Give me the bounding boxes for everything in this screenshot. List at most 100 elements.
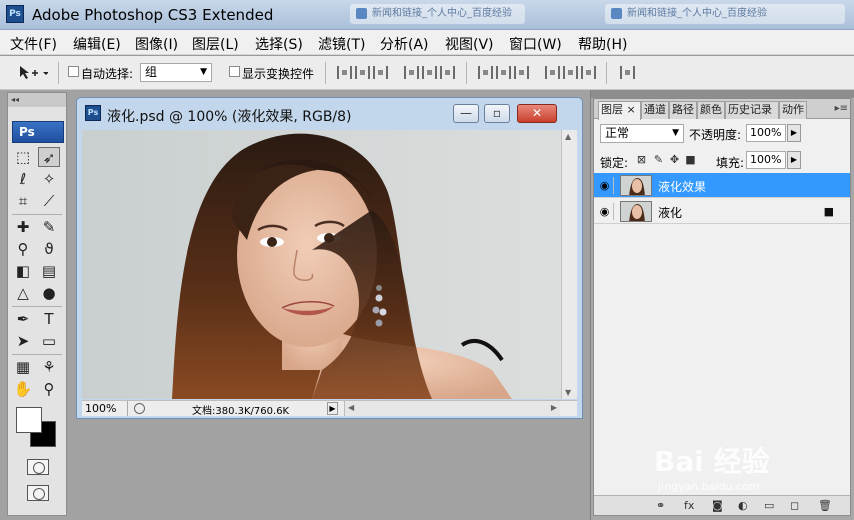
brush-tool-icon[interactable]: ✎ [38, 217, 60, 237]
eraser-tool-icon[interactable]: ◧ [12, 261, 34, 281]
zoom-field[interactable]: 100% [82, 401, 128, 416]
menu-file[interactable]: 文件(F) [10, 34, 57, 54]
blend-mode-dropdown[interactable]: 正常 ▼ [600, 124, 684, 143]
distribute-top-icon[interactable] [478, 66, 493, 79]
tab-layers[interactable]: 图层 × [598, 101, 641, 120]
menu-analysis[interactable]: 分析(A) [380, 34, 429, 54]
align-left-icon[interactable] [404, 66, 419, 79]
eye-icon[interactable]: ◉ [596, 177, 614, 194]
type-tool-icon[interactable]: T [38, 309, 60, 329]
menu-edit[interactable]: 编辑(E) [73, 34, 121, 54]
menu-window[interactable]: 窗口(W) [509, 34, 562, 54]
distribute-vertical-center-icon[interactable] [496, 66, 511, 79]
show-transform-checkbox[interactable] [229, 66, 240, 77]
tab-channels[interactable]: 通道 [641, 101, 669, 119]
image-canvas[interactable] [82, 130, 561, 399]
healing-brush-tool-icon[interactable]: ✚ [12, 217, 34, 237]
horizontal-scrollbar[interactable]: ◀ ▶ [344, 401, 560, 416]
show-transform-label: 显示变换控件 [242, 67, 315, 81]
distribute-bottom-icon[interactable] [514, 66, 529, 79]
opacity-slider-arrow-icon[interactable]: ▶ [787, 124, 801, 142]
separator [606, 62, 607, 84]
align-top-icon[interactable] [337, 66, 352, 79]
menu-image[interactable]: 图像(I) [135, 34, 178, 54]
magic-wand-tool-icon[interactable]: ✧ [38, 169, 60, 189]
align-bottom-icon[interactable] [373, 66, 388, 79]
panel-menu-icon[interactable]: ▸≡ [835, 103, 848, 114]
menu-select[interactable]: 选择(S) [255, 34, 303, 54]
portrait-image [82, 130, 561, 399]
maximize-button[interactable]: ▫ [484, 104, 510, 123]
layer-row[interactable]: ◉ 液化 ■ [594, 199, 850, 224]
hand-tool-icon[interactable]: ✋ [12, 379, 34, 399]
distribute-left-icon[interactable] [545, 66, 560, 79]
lock-transparency-icon[interactable]: ⊠ [636, 154, 647, 165]
lasso-tool-icon[interactable]: ℓ [12, 169, 34, 189]
status-options-icon[interactable] [134, 403, 145, 414]
crop-tool-icon[interactable]: ⌗ [12, 191, 34, 211]
lock-all-icon[interactable]: ■ [685, 154, 696, 165]
fill-input[interactable]: 100% [746, 151, 786, 169]
rectangle-tool-icon[interactable]: ▭ [38, 331, 60, 351]
distribute-right-icon[interactable] [581, 66, 596, 79]
history-brush-tool-icon[interactable]: ϑ [38, 239, 60, 259]
slice-tool-icon[interactable]: ⟋ [38, 191, 60, 211]
auto-select-dropdown[interactable]: 组 ▼ [140, 63, 212, 82]
minimize-button[interactable]: — [453, 104, 479, 123]
tab-actions[interactable]: 动作 [779, 101, 807, 119]
screen-mode-button[interactable] [27, 485, 49, 501]
background-browser-tab[interactable]: 新闻和链接_个人中心_百度经验 [350, 4, 525, 24]
toolbox-grip[interactable]: ◂◂ [8, 93, 66, 107]
move-tool-icon[interactable] [18, 65, 49, 81]
foreground-color-swatch[interactable] [16, 407, 42, 433]
fill-slider-arrow-icon[interactable]: ▶ [787, 151, 801, 169]
scroll-down-arrow-icon[interactable]: ▼ [565, 388, 571, 397]
path-selection-tool-icon[interactable]: ➤ [12, 331, 34, 351]
vertical-scrollbar[interactable]: ▲ ▼ [561, 130, 577, 399]
panel-grip[interactable] [591, 90, 854, 98]
chevron-down-icon: ▼ [672, 128, 679, 138]
opacity-input[interactable]: 100% [746, 124, 786, 142]
auto-select-checkbox[interactable] [68, 66, 79, 77]
dodge-tool-icon[interactable]: ● [38, 283, 60, 303]
pen-tool-icon[interactable]: ✒ [12, 309, 34, 329]
marquee-tool-icon[interactable]: ⬚ [12, 147, 34, 167]
scroll-up-arrow-icon[interactable]: ▲ [565, 132, 571, 141]
scroll-left-arrow-icon[interactable]: ◀ [348, 403, 354, 412]
lock-position-icon[interactable]: ✥ [669, 154, 680, 165]
layer-name[interactable]: 液化 [658, 204, 682, 221]
tab-close-icon[interactable]: × [627, 103, 636, 116]
tab-color[interactable]: 颜色 [697, 101, 725, 119]
layer-name[interactable]: 液化效果 [658, 178, 706, 195]
menu-help[interactable]: 帮助(H) [578, 34, 627, 54]
tab-history[interactable]: 历史记录 [725, 101, 779, 119]
align-right-icon[interactable] [440, 66, 455, 79]
align-horizontal-center-icon[interactable] [422, 66, 437, 79]
scroll-right-arrow-icon[interactable]: ▶ [551, 403, 557, 412]
zoom-tool-icon[interactable]: ⚲ [38, 379, 60, 399]
lock-image-icon[interactable]: ✎ [653, 154, 664, 165]
quick-mask-button[interactable] [27, 459, 49, 475]
gradient-tool-icon[interactable]: ▤ [38, 261, 60, 281]
close-button[interactable]: ✕ [517, 104, 557, 123]
tab-paths[interactable]: 路径 [669, 101, 697, 119]
distribute-horizontal-center-icon[interactable] [563, 66, 578, 79]
menu-layer[interactable]: 图层(L) [192, 34, 239, 54]
notes-tool-icon[interactable]: ▦ [12, 357, 34, 377]
menu-view[interactable]: 视图(V) [445, 34, 494, 54]
layer-row[interactable]: ◉ 液化效果 [594, 173, 850, 198]
document-size: 文档:380.3K/760.6K [192, 406, 290, 417]
eye-icon[interactable]: ◉ [596, 203, 614, 220]
lock-icon: ■ [823, 205, 834, 218]
move-tool-icon[interactable]: ➶ [38, 147, 60, 167]
auto-align-layers-icon[interactable] [620, 66, 635, 79]
eyedropper-tool-icon[interactable]: ⚘ [38, 357, 60, 377]
background-browser-tab[interactable]: 新闻和链接_个人中心_百度经验 [605, 4, 845, 24]
blur-tool-icon[interactable]: △ [12, 283, 34, 303]
status-menu-arrow-icon[interactable]: ▶ [327, 402, 338, 415]
align-vertical-center-icon[interactable] [355, 66, 370, 79]
menu-filter[interactable]: 滤镜(T) [318, 34, 365, 54]
clone-stamp-tool-icon[interactable]: ⚲ [12, 239, 34, 259]
tool-separator [12, 354, 62, 355]
title-bar: Ps Adobe Photoshop CS3 Extended 新闻和链接_个人… [0, 0, 854, 30]
